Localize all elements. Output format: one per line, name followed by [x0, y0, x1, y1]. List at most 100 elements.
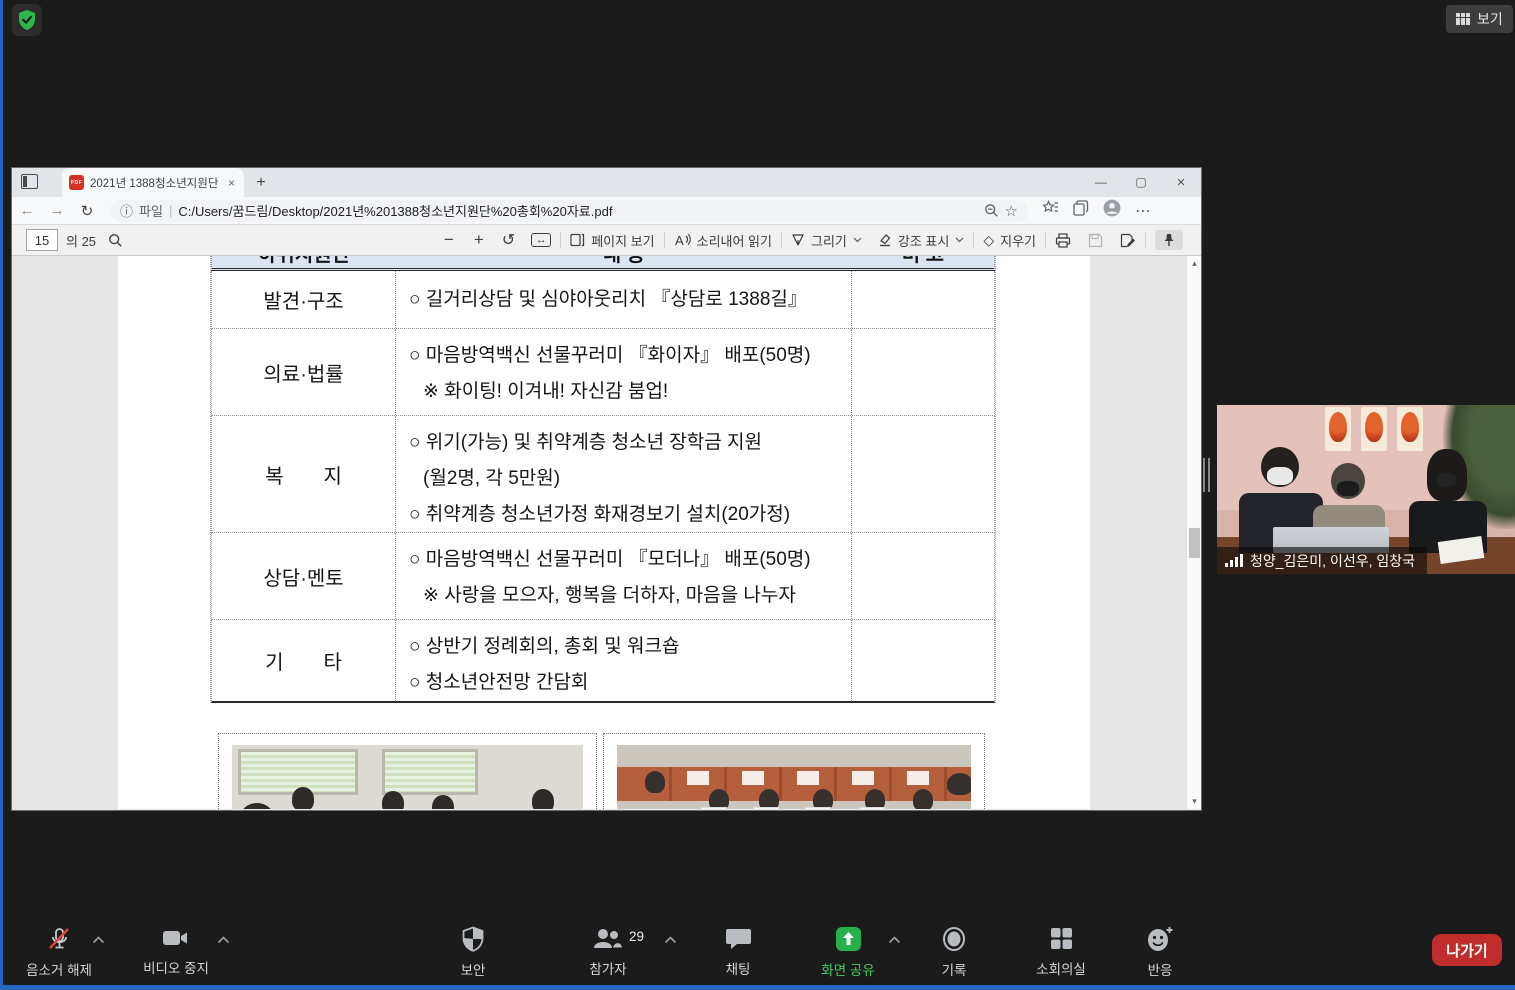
back-icon[interactable]: ←: [12, 202, 42, 219]
rotate-icon[interactable]: ↺: [502, 230, 515, 250]
video-panel-drag-handle[interactable]: [1203, 458, 1210, 492]
table-row-etc: 기 타 ○ 상반기 정례회의, 총회 및 워크숍 ○ 청소년안전망 간담회: [211, 620, 995, 703]
row-note: [852, 533, 994, 619]
stop-video-label: 비디오 중지: [143, 957, 209, 977]
chat-bubble-icon: [725, 926, 752, 951]
stop-video-button[interactable]: 비디오 중지: [135, 926, 217, 977]
header-note: 비 고: [852, 256, 994, 268]
url-field[interactable]: ⓘ 파일 | C:/Users/꿈드림/Desktop/2021년%201388…: [110, 200, 1028, 222]
collections-icon[interactable]: [1073, 200, 1089, 221]
zoom-meeting-screen: 보기 PDF 2021년 1388청소년지원단 총회 × + — ▢ × ← →…: [0, 0, 1515, 990]
security-shield-badge[interactable]: [12, 4, 42, 36]
find-in-document-icon[interactable]: [108, 233, 123, 248]
video-options-chevron[interactable]: [217, 936, 230, 944]
participants-count: 29: [629, 929, 644, 944]
scroll-down-icon[interactable]: ▾: [1187, 796, 1201, 807]
share-screen-button[interactable]: 화면 공유: [806, 926, 890, 979]
browser-tab-bar: PDF 2021년 1388청소년지원단 총회 × + — ▢ ×: [12, 168, 1201, 197]
page-view-icon: [570, 233, 585, 247]
forward-icon[interactable]: →: [42, 202, 72, 219]
chat-button[interactable]: 채팅: [707, 926, 769, 978]
pin-toolbar-icon[interactable]: [1155, 230, 1183, 250]
record-button[interactable]: 기록: [923, 926, 985, 979]
tab-close-icon[interactable]: ×: [226, 176, 237, 190]
scroll-up-icon[interactable]: ▴: [1187, 258, 1201, 269]
share-options-chevron[interactable]: [888, 936, 901, 944]
save-as-icon[interactable]: [1120, 233, 1136, 248]
read-aloud-label: 소리내어 읽기: [697, 231, 772, 250]
window-minimize-button[interactable]: —: [1081, 168, 1121, 197]
participants-icon: [591, 926, 625, 951]
security-shield-icon: [461, 926, 485, 952]
share-screen-icon: [835, 926, 862, 952]
browser-tab[interactable]: PDF 2021년 1388청소년지원단 총회 ×: [62, 168, 244, 197]
header-category: 하위지원단: [212, 256, 396, 268]
pdf-toolbar: 의 25 − + ↺ ↔ 페이지 보기 A 소리내어 읽기 그리기: [12, 225, 1201, 256]
favorites-bar-icon[interactable]: [1042, 200, 1059, 221]
papers-decor: [1438, 536, 1485, 564]
participants-options-chevron[interactable]: [664, 936, 677, 944]
row-line: ○ 위기(가능) 및 취약계층 청소년 장학금 지원: [409, 425, 851, 461]
pdf-viewer[interactable]: 하위지원단 내 용 비 고 발견·구조 ○ 길거리상담 및 심야아웃리치 『상담…: [12, 256, 1201, 809]
gallery-view-icon: [1456, 13, 1470, 25]
refresh-icon[interactable]: ↻: [72, 202, 102, 220]
page-number-input[interactable]: [26, 229, 58, 251]
record-icon: [941, 926, 967, 952]
window-maximize-button[interactable]: ▢: [1121, 168, 1161, 197]
profile-avatar-icon[interactable]: [1103, 199, 1121, 222]
security-button[interactable]: 보안: [442, 926, 504, 979]
table-row-counseling-mentor: 상담·멘토 ○ 마음방역백신 선물꾸러미 『모더나』 배포(50명) ※ 사랑을…: [211, 533, 995, 620]
pdf-file-icon: PDF: [69, 175, 84, 190]
new-tab-button[interactable]: +: [252, 174, 270, 192]
row-line: ※ 사랑을 모으자, 행복을 더하자, 마음을 나누자: [409, 578, 851, 614]
scrollbar-thumb[interactable]: [1189, 528, 1200, 558]
participant-name-label: 청양_김은미, 이선우, 임창국: [1217, 547, 1427, 574]
unmute-button[interactable]: 음소거 해제: [18, 926, 100, 979]
row-line: (월2명, 각 5만원): [409, 461, 851, 497]
draw-button[interactable]: 그리기: [791, 231, 862, 250]
browser-menu-icon[interactable]: ⋯: [1135, 201, 1152, 221]
leave-meeting-button[interactable]: 나가기: [1432, 934, 1502, 966]
breakout-rooms-button[interactable]: 소회의실: [1019, 926, 1103, 978]
activity-table: 하위지원단 내 용 비 고 발견·구조 ○ 길거리상담 및 심야아웃리치 『상담…: [210, 256, 996, 703]
header-content: 내 용: [396, 256, 852, 268]
security-label: 보안: [461, 959, 486, 979]
reactions-label: 반응: [1148, 959, 1173, 979]
shield-check-icon: [17, 9, 37, 31]
reactions-button[interactable]: 반응: [1127, 926, 1193, 979]
erase-label: 지우기: [1000, 231, 1036, 250]
print-icon[interactable]: [1055, 233, 1071, 248]
row-category: 의료·법률: [212, 329, 396, 415]
chevron-down-icon: [853, 237, 862, 243]
url-divider: |: [169, 203, 172, 218]
mute-options-chevron[interactable]: [92, 936, 105, 944]
highlight-button[interactable]: 강조 표시: [878, 231, 964, 250]
save-icon: [1088, 233, 1103, 248]
window-close-button[interactable]: ×: [1161, 168, 1201, 197]
read-aloud-button[interactable]: A 소리내어 읽기: [674, 231, 772, 250]
tab-actions-icon[interactable]: [21, 174, 38, 189]
page-info-icon[interactable]: ⓘ: [120, 201, 133, 220]
pdf-scrollbar[interactable]: ▴ ▾: [1186, 256, 1201, 809]
signal-strength-icon: [1225, 554, 1243, 567]
row-line: ○ 마음방역백신 선물꾸러미 『모더나』 배포(50명): [409, 542, 851, 578]
tab-title: 2021년 1388청소년지원단 총회: [90, 175, 220, 191]
fit-to-width-icon[interactable]: ↔: [531, 233, 551, 247]
zoom-out-icon[interactable]: −: [444, 230, 454, 250]
page-view-button[interactable]: 페이지 보기: [570, 231, 654, 250]
view-button[interactable]: 보기: [1446, 5, 1513, 33]
video-camera-icon: [161, 926, 191, 950]
chevron-down-icon: [955, 237, 964, 243]
row-line: ○ 청소년안전망 간담회: [409, 665, 851, 701]
zoom-page-icon[interactable]: [984, 203, 999, 218]
row-category: 발견·구조: [212, 271, 396, 328]
share-screen-label: 화면 공유: [821, 959, 874, 979]
row-note: [852, 329, 994, 415]
participant-video-thumbnail[interactable]: 청양_김은미, 이선우, 임창국: [1217, 405, 1515, 574]
row-note: [852, 620, 994, 701]
read-aloud-icon: A: [674, 233, 691, 247]
favorite-star-icon[interactable]: ☆: [1005, 202, 1018, 220]
erase-button[interactable]: ◇ 지우기: [983, 231, 1036, 250]
page-count-label: 의 25: [66, 231, 96, 250]
zoom-in-icon[interactable]: +: [474, 230, 484, 250]
